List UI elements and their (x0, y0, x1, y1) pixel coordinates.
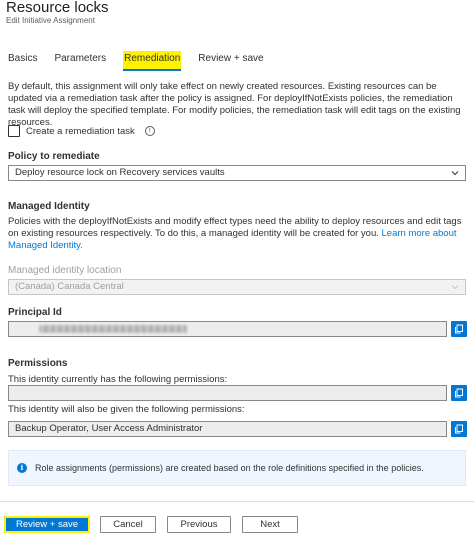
cancel-button[interactable]: Cancel (100, 516, 156, 533)
create-remediation-row: Create a remediation task i (8, 125, 155, 137)
identity-location-label: Managed identity location (8, 265, 122, 276)
identity-location-value: (Canada) Canada Central (15, 281, 124, 292)
info-banner-text: Role assignments (permissions) are creat… (35, 463, 424, 473)
tab-bar: Basics Parameters Remediation Review + s… (8, 51, 281, 71)
given-permissions-field[interactable]: Backup Operator, User Access Administrat… (8, 421, 447, 437)
tab-parameters[interactable]: Parameters (54, 51, 106, 69)
review-save-button[interactable]: Review + save (4, 516, 90, 533)
principal-id-label: Principal Id (8, 307, 62, 318)
policy-to-remediate-label: Policy to remediate (8, 151, 100, 162)
principal-id-field[interactable] (8, 321, 447, 337)
copy-icon (455, 424, 463, 434)
identity-location-select[interactable]: (Canada) Canada Central (8, 279, 466, 295)
redacted-principal-id (39, 325, 187, 333)
managed-identity-heading: Managed Identity (8, 201, 90, 212)
tab-review-save[interactable]: Review + save (198, 51, 263, 69)
copy-given-permissions-button[interactable] (451, 421, 467, 437)
remediation-intro: By default, this assignment will only ta… (8, 81, 461, 128)
copy-current-permissions-button[interactable] (451, 385, 467, 401)
current-permissions-field[interactable] (8, 385, 447, 401)
chevron-down-icon (451, 171, 459, 176)
given-permissions-label: This identity will also be given the fol… (8, 404, 245, 415)
tab-basics[interactable]: Basics (8, 51, 37, 69)
chevron-down-icon (451, 285, 459, 290)
info-banner: i Role assignments (permissions) are cre… (8, 450, 466, 486)
next-button[interactable]: Next (242, 516, 298, 533)
tab-remediation[interactable]: Remediation (123, 51, 182, 71)
info-icon: i (17, 463, 27, 473)
previous-button[interactable]: Previous (167, 516, 231, 533)
policy-to-remediate-value: Deploy resource lock on Recovery service… (15, 167, 225, 178)
blade-header: Resource locks Edit Initiative Assignmen… (6, 0, 109, 26)
policy-to-remediate-select[interactable]: Deploy resource lock on Recovery service… (8, 165, 466, 181)
create-remediation-label: Create a remediation task (26, 125, 135, 137)
footer-divider (0, 501, 474, 502)
copy-icon (455, 324, 463, 334)
page-title: Resource locks (6, 0, 109, 16)
create-remediation-checkbox[interactable] (8, 125, 20, 137)
permissions-heading: Permissions (8, 358, 68, 369)
copy-principal-id-button[interactable] (451, 321, 467, 337)
copy-icon (455, 388, 463, 398)
page-subtitle: Edit Initiative Assignment (6, 16, 95, 25)
managed-identity-description: Policies with the deployIfNotExists and … (8, 216, 468, 252)
info-icon[interactable]: i (144, 126, 155, 136)
